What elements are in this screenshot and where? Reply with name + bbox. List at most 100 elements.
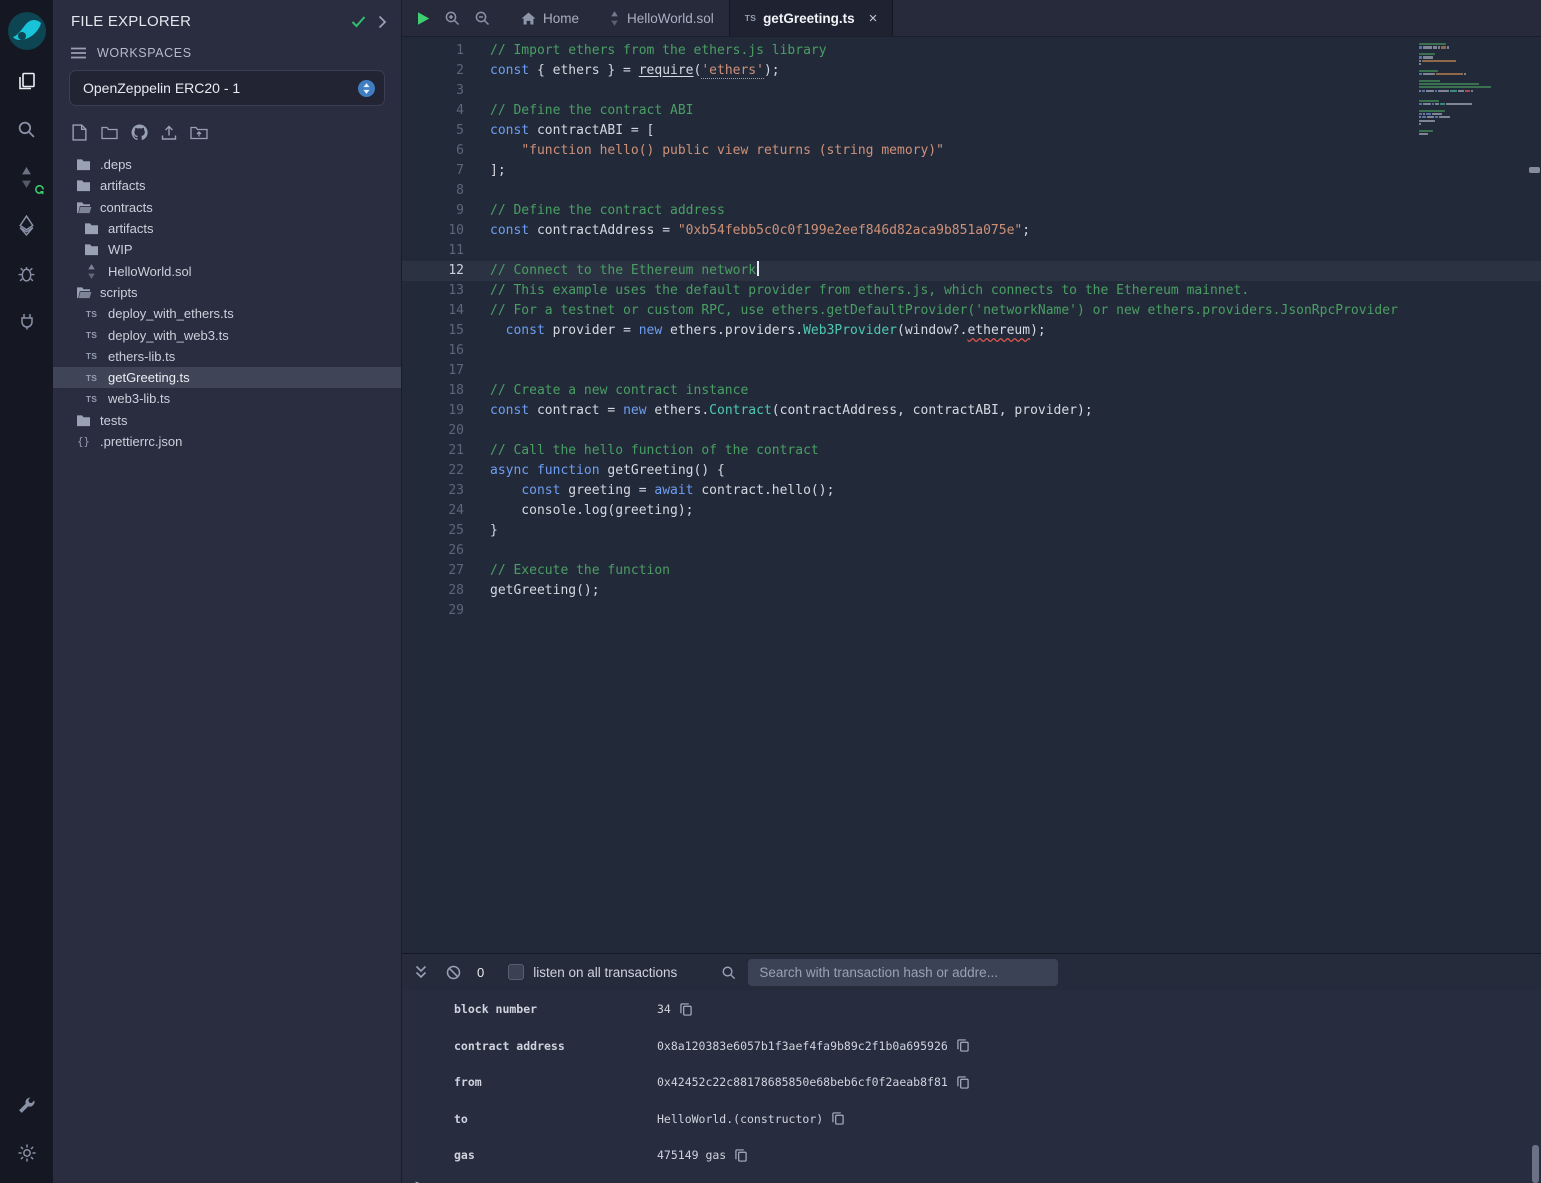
code-line[interactable]: "function hello() public view returns (s… xyxy=(490,141,1541,161)
line-number[interactable]: 5 xyxy=(402,121,464,141)
code-line[interactable]: const contractABI = [ xyxy=(490,121,1541,141)
close-tab-icon[interactable]: × xyxy=(869,10,878,27)
code-line[interactable] xyxy=(490,361,1541,381)
file-item-web3-lib-ts[interactable]: TS web3-lib.ts xyxy=(53,388,401,409)
file-item-deploy-with-web3-ts[interactable]: TS deploy_with_web3.ts xyxy=(53,324,401,345)
line-number[interactable]: 6 xyxy=(402,141,464,161)
solidity-compiler-icon[interactable] xyxy=(0,153,53,201)
github-icon[interactable] xyxy=(129,122,149,142)
line-number[interactable]: 23 xyxy=(402,481,464,501)
accept-check-icon[interactable] xyxy=(351,15,366,28)
line-number[interactable]: 9 xyxy=(402,201,464,221)
code-line[interactable]: const { ethers } = require('ethers'); xyxy=(490,61,1541,81)
code-line[interactable]: // Create a new contract instance xyxy=(490,381,1541,401)
terminal-scrollbar-thumb[interactable] xyxy=(1532,1145,1539,1183)
copy-icon[interactable] xyxy=(680,1003,692,1016)
new-file-icon[interactable] xyxy=(69,122,89,142)
tab-helloworld-sol[interactable]: HelloWorld.sol xyxy=(594,0,729,36)
line-number[interactable]: 15 xyxy=(402,321,464,341)
file-item-artifacts[interactable]: artifacts xyxy=(53,218,401,239)
code-line[interactable]: // Define the contract ABI xyxy=(490,101,1541,121)
code-line[interactable] xyxy=(490,541,1541,561)
workspace-select[interactable]: OpenZeppelin ERC20 - 1 xyxy=(69,70,385,106)
file-item-getgreeting-ts[interactable]: TS getGreeting.ts xyxy=(53,367,401,388)
code-line[interactable]: // Import ethers from the ethers.js libr… xyxy=(490,41,1541,61)
code-line[interactable]: async function getGreeting() { xyxy=(490,461,1541,481)
minimap[interactable] xyxy=(1419,43,1525,140)
code-content[interactable]: // Import ethers from the ethers.js libr… xyxy=(464,37,1541,953)
debugger-icon[interactable] xyxy=(0,249,53,297)
chevron-right-icon[interactable] xyxy=(378,15,387,29)
line-number[interactable]: 25 xyxy=(402,521,464,541)
line-number[interactable]: 8 xyxy=(402,181,464,201)
code-line[interactable] xyxy=(490,181,1541,201)
line-number[interactable]: 2 xyxy=(402,61,464,81)
code-line[interactable]: // For a testnet or custom RPC, use ethe… xyxy=(490,301,1541,321)
line-number[interactable]: 7 xyxy=(402,161,464,181)
run-script-button[interactable] xyxy=(416,11,430,26)
listen-all-transactions-checkbox[interactable] xyxy=(508,964,524,980)
remix-logo[interactable] xyxy=(0,5,53,57)
line-number[interactable]: 4 xyxy=(402,101,464,121)
settings-gear-icon[interactable] xyxy=(0,1129,53,1177)
upload-folder-icon[interactable] xyxy=(189,122,209,142)
plugin-manager-icon[interactable] xyxy=(0,297,53,345)
line-number[interactable]: 24 xyxy=(402,501,464,521)
terminal-prompt[interactable]: > xyxy=(402,1174,1541,1183)
file-item-prettierrc-json[interactable]: {} .prettierrc.json xyxy=(53,431,401,452)
line-number[interactable]: 19 xyxy=(402,401,464,421)
editor-scrollbar-thumb[interactable] xyxy=(1529,167,1540,173)
search-icon[interactable] xyxy=(0,105,53,153)
hamburger-menu-icon[interactable] xyxy=(71,47,86,59)
line-number[interactable]: 29 xyxy=(402,601,464,621)
code-editor[interactable]: 1234567891011121314151617181920212223242… xyxy=(402,37,1541,953)
file-item-contracts[interactable]: contracts xyxy=(53,197,401,218)
line-number[interactable]: 20 xyxy=(402,421,464,441)
file-item-artifacts[interactable]: artifacts xyxy=(53,175,401,196)
deploy-and-run-icon[interactable] xyxy=(0,201,53,249)
file-item-deps[interactable]: .deps xyxy=(53,154,401,175)
code-line[interactable] xyxy=(490,81,1541,101)
code-line[interactable]: // Call the hello function of the contra… xyxy=(490,441,1541,461)
line-number[interactable]: 17 xyxy=(402,361,464,381)
code-line[interactable]: console.log(greeting); xyxy=(490,501,1541,521)
code-line[interactable]: // Define the contract address xyxy=(490,201,1541,221)
line-number[interactable]: 12 xyxy=(402,261,464,281)
code-line[interactable] xyxy=(490,241,1541,261)
file-item-tests[interactable]: tests xyxy=(53,410,401,431)
copy-icon[interactable] xyxy=(832,1112,844,1125)
line-number[interactable]: 10 xyxy=(402,221,464,241)
tab-home[interactable]: Home xyxy=(506,0,594,36)
code-line[interactable]: const contract = new ethers.Contract(con… xyxy=(490,401,1541,421)
copy-icon[interactable] xyxy=(957,1076,969,1089)
code-line[interactable]: const provider = new ethers.providers.We… xyxy=(490,321,1541,341)
wrench-icon[interactable] xyxy=(0,1081,53,1129)
line-number[interactable]: 16 xyxy=(402,341,464,361)
zoom-out-icon[interactable] xyxy=(474,10,490,26)
clear-console-icon[interactable] xyxy=(446,965,461,980)
line-number[interactable]: 11 xyxy=(402,241,464,261)
line-number[interactable]: 28 xyxy=(402,581,464,601)
file-explorer-icon[interactable] xyxy=(0,57,53,105)
line-number[interactable]: 26 xyxy=(402,541,464,561)
file-item-wip[interactable]: WIP xyxy=(53,239,401,260)
code-line[interactable]: // Execute the function xyxy=(490,561,1541,581)
file-item-deploy-with-ethers-ts[interactable]: TS deploy_with_ethers.ts xyxy=(53,303,401,324)
code-line[interactable]: // Connect to the Ethereum network xyxy=(490,261,1541,281)
code-line[interactable]: // This example uses the default provide… xyxy=(490,281,1541,301)
code-line[interactable] xyxy=(490,601,1541,621)
copy-icon[interactable] xyxy=(957,1039,969,1052)
code-line[interactable]: ]; xyxy=(490,161,1541,181)
new-folder-icon[interactable] xyxy=(99,122,119,142)
tab-getgreeting-ts[interactable]: TS getGreeting.ts × xyxy=(729,0,894,36)
code-line[interactable]: const contractAddress = "0xb54febb5c0c0f… xyxy=(490,221,1541,241)
code-line[interactable]: const greeting = await contract.hello(); xyxy=(490,481,1541,501)
transaction-search-input[interactable] xyxy=(748,959,1058,986)
code-line[interactable]: } xyxy=(490,521,1541,541)
code-line[interactable]: getGreeting(); xyxy=(490,581,1541,601)
copy-icon[interactable] xyxy=(735,1149,747,1162)
collapse-terminal-icon[interactable] xyxy=(414,965,428,979)
line-number[interactable]: 21 xyxy=(402,441,464,461)
line-number[interactable]: 18 xyxy=(402,381,464,401)
code-line[interactable] xyxy=(490,421,1541,441)
